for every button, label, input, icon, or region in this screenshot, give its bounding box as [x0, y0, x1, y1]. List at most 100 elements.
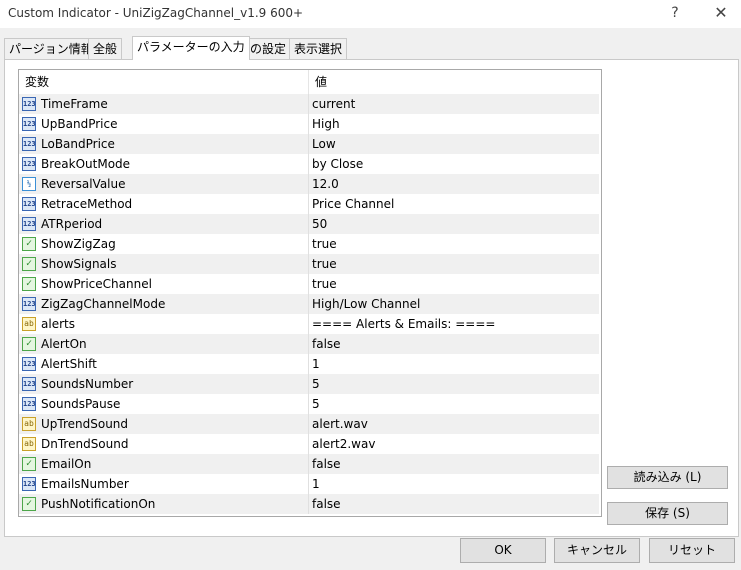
parameter-name: EmailsNumber: [41, 477, 129, 491]
boolean-type-icon: ✓: [22, 277, 36, 291]
integer-type-icon: 123: [22, 297, 36, 311]
parameter-value[interactable]: by Close: [312, 154, 363, 174]
parameter-value[interactable]: 50: [312, 214, 327, 234]
parameter-value[interactable]: false: [312, 494, 341, 514]
string-type-icon: ab: [22, 417, 36, 431]
parameter-row[interactable]: 123 ZigZagChannelMode High/Low Channel: [19, 294, 599, 314]
parameter-name: SoundsNumber: [41, 377, 134, 391]
parameter-value[interactable]: false: [312, 454, 341, 474]
parameter-name: LoBandPrice: [41, 137, 115, 151]
parameter-name: alerts: [41, 317, 75, 331]
parameter-name: ReversalValue: [41, 177, 126, 191]
parameter-row[interactable]: 123 AlertShift 1: [19, 354, 599, 374]
integer-type-icon: 123: [22, 117, 36, 131]
parameter-value[interactable]: 1: [312, 354, 320, 374]
integer-type-icon: 123: [22, 137, 36, 151]
parameter-name: SoundsPause: [41, 397, 121, 411]
string-type-icon: ab: [22, 317, 36, 331]
column-divider: [308, 234, 309, 254]
integer-type-icon: 123: [22, 97, 36, 111]
integer-type-icon: 123: [22, 157, 36, 171]
boolean-type-icon: ✓: [22, 337, 36, 351]
parameter-row[interactable]: ✓ PushNotificationOn false: [19, 494, 599, 514]
column-divider: [308, 334, 309, 354]
parameter-row[interactable]: 123 TimeFrame current: [19, 94, 599, 114]
integer-type-icon: 123: [22, 397, 36, 411]
column-divider: [308, 154, 309, 174]
column-divider: [308, 294, 309, 314]
column-divider: [308, 454, 309, 474]
parameter-name: ZigZagChannelMode: [41, 297, 166, 311]
close-button[interactable]: ✕: [704, 0, 738, 28]
column-divider: [308, 354, 309, 374]
parameter-value[interactable]: current: [312, 94, 355, 114]
column-divider: [308, 274, 309, 294]
parameter-row[interactable]: ab DnTrendSound alert2.wav: [19, 434, 599, 454]
parameter-value[interactable]: ==== Alerts & Emails: ====: [312, 314, 495, 334]
parameter-row[interactable]: ✓ AlertOn false: [19, 334, 599, 354]
parameter-value[interactable]: true: [312, 274, 337, 294]
column-divider: [308, 114, 309, 134]
parameter-value[interactable]: alert2.wav: [312, 434, 375, 454]
boolean-type-icon: ✓: [22, 237, 36, 251]
column-divider: [308, 474, 309, 494]
parameter-name: ATRperiod: [41, 217, 103, 231]
integer-type-icon: 123: [22, 357, 36, 371]
parameter-row[interactable]: 123 UpBandPrice High: [19, 114, 599, 134]
parameter-value[interactable]: 12.0: [312, 174, 339, 194]
double-type-icon: ½: [22, 177, 36, 191]
parameter-row[interactable]: 123 BreakOutMode by Close: [19, 154, 599, 174]
tab-visualization[interactable]: 表示選択: [289, 38, 348, 59]
load-button[interactable]: 読み込み (L): [607, 466, 728, 489]
parameter-row[interactable]: 123 LoBandPrice Low: [19, 134, 599, 154]
parameter-value[interactable]: High/Low Channel: [312, 294, 420, 314]
column-divider: [308, 94, 309, 114]
help-button[interactable]: ?: [660, 0, 690, 28]
title-bar: Custom Indicator - UniZigZagChannel_v1.9…: [0, 0, 741, 28]
column-divider: [308, 394, 309, 414]
parameter-name: ShowSignals: [41, 257, 117, 271]
column-divider: [308, 494, 309, 514]
parameter-value[interactable]: High: [312, 114, 340, 134]
parameter-name: UpBandPrice: [41, 117, 118, 131]
parameter-row[interactable]: 123 ATRperiod 50: [19, 214, 599, 234]
column-divider: [308, 254, 309, 274]
tab-version-info[interactable]: パージョン情報: [4, 38, 98, 59]
column-header-variable[interactable]: 変数: [19, 70, 49, 94]
parameter-row[interactable]: 123 SoundsPause 5: [19, 394, 599, 414]
parameter-value[interactable]: Price Channel: [312, 194, 394, 214]
parameter-value[interactable]: 5: [312, 374, 320, 394]
parameter-value[interactable]: true: [312, 234, 337, 254]
parameter-name: DnTrendSound: [41, 437, 129, 451]
column-divider: [308, 414, 309, 434]
parameter-row[interactable]: ab alerts ==== Alerts & Emails: ====: [19, 314, 599, 334]
cancel-button[interactable]: キャンセル: [554, 538, 640, 563]
tab-general[interactable]: 全般: [88, 38, 123, 59]
parameter-name: BreakOutMode: [41, 157, 131, 171]
parameter-row[interactable]: ab UpTrendSound alert.wav: [19, 414, 599, 434]
parameter-value[interactable]: true: [312, 254, 337, 274]
parameter-row[interactable]: ✓ EmailOn false: [19, 454, 599, 474]
parameter-row[interactable]: 123 RetraceMethod Price Channel: [19, 194, 599, 214]
parameter-row[interactable]: ✓ ShowPriceChannel true: [19, 274, 599, 294]
parameter-row[interactable]: ✓ ShowZigZag true: [19, 234, 599, 254]
column-divider: [308, 214, 309, 234]
reset-button[interactable]: リセット: [649, 538, 735, 563]
parameter-row[interactable]: 123 EmailsNumber 1: [19, 474, 599, 494]
parameter-value[interactable]: Low: [312, 134, 336, 154]
column-header-value[interactable]: 値: [309, 70, 327, 94]
ok-button[interactable]: OK: [460, 538, 546, 563]
parameters-grid: 変数 値 123 TimeFrame current 123 UpBandPrice Hi…: [18, 69, 602, 517]
parameter-value[interactable]: 5: [312, 394, 320, 414]
parameter-row[interactable]: ✓ ShowSignals true: [19, 254, 599, 274]
save-button[interactable]: 保存 (S): [607, 502, 728, 525]
integer-type-icon: 123: [22, 197, 36, 211]
parameter-value[interactable]: alert.wav: [312, 414, 368, 434]
parameter-value[interactable]: 1: [312, 474, 320, 494]
grid-header: 変数 値: [19, 70, 599, 94]
tab-input-parameters[interactable]: パラメーターの入力: [132, 36, 250, 60]
parameter-row[interactable]: ½ ReversalValue 12.0: [19, 174, 599, 194]
parameter-name: EmailOn: [41, 457, 92, 471]
parameter-row[interactable]: 123 SoundsNumber 5: [19, 374, 599, 394]
parameter-value[interactable]: false: [312, 334, 341, 354]
